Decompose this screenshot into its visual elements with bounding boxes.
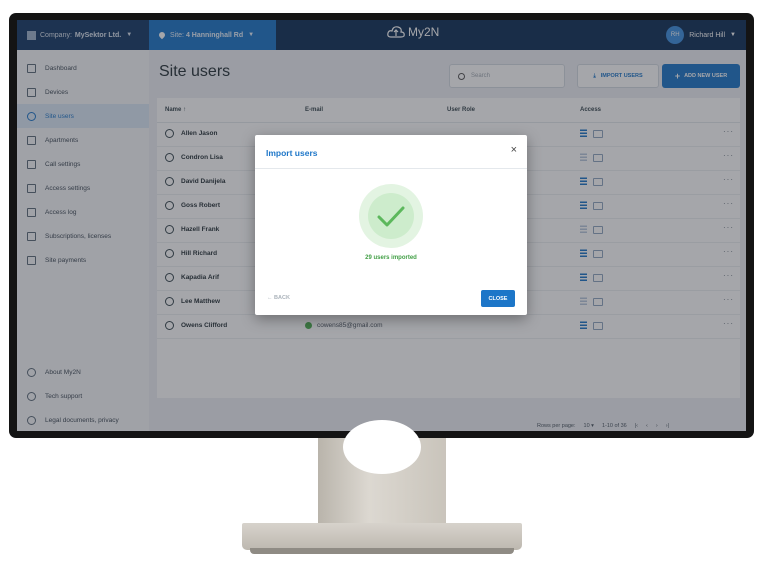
import-users-dialog: Import users × 29 users imported ← BACK … — [255, 135, 527, 315]
close-icon[interactable]: × — [511, 144, 517, 156]
back-label: BACK — [274, 295, 290, 301]
monitor-stand-base — [242, 523, 522, 550]
monitor-stand-base-edge — [250, 548, 514, 554]
monitor-stand-cutout — [343, 420, 421, 474]
success-check-icon — [359, 184, 423, 248]
dialog-title: Import users — [266, 148, 318, 158]
close-button[interactable]: CLOSE — [481, 290, 515, 307]
import-status-text: 29 users imported — [365, 255, 417, 261]
back-button[interactable]: ← BACK — [267, 295, 290, 301]
app-screen: Company: MySektor Ltd. ▼ Site: 4 Hanning… — [17, 20, 746, 431]
arrow-left-icon: ← — [267, 295, 273, 301]
dialog-divider — [255, 168, 527, 169]
monitor-frame: Company: MySektor Ltd. ▼ Site: 4 Hanning… — [9, 13, 754, 438]
